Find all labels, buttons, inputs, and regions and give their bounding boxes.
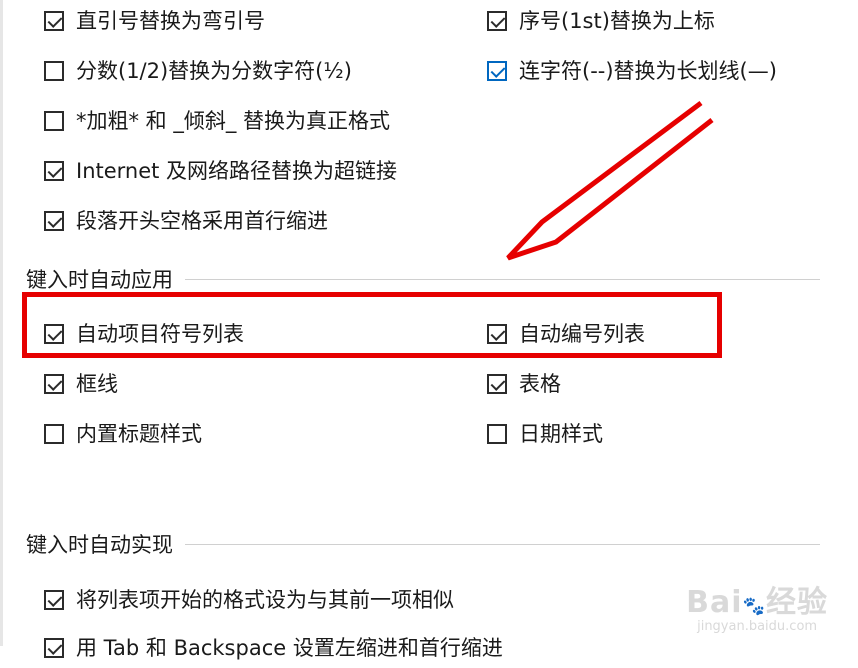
baidu-watermark: Bai🐾经验 jingyan.baidu.com xyxy=(686,577,828,634)
watermark-brand-text-2: 经验 xyxy=(766,585,828,620)
watermark-brand-text: Bai xyxy=(686,585,743,620)
watermark-brand: Bai🐾经验 xyxy=(686,577,828,621)
annotation-arrow-icon xyxy=(506,100,714,261)
watermark-site: jingyan.baidu.com xyxy=(697,619,818,634)
paw-icon: 🐾 xyxy=(742,596,766,617)
